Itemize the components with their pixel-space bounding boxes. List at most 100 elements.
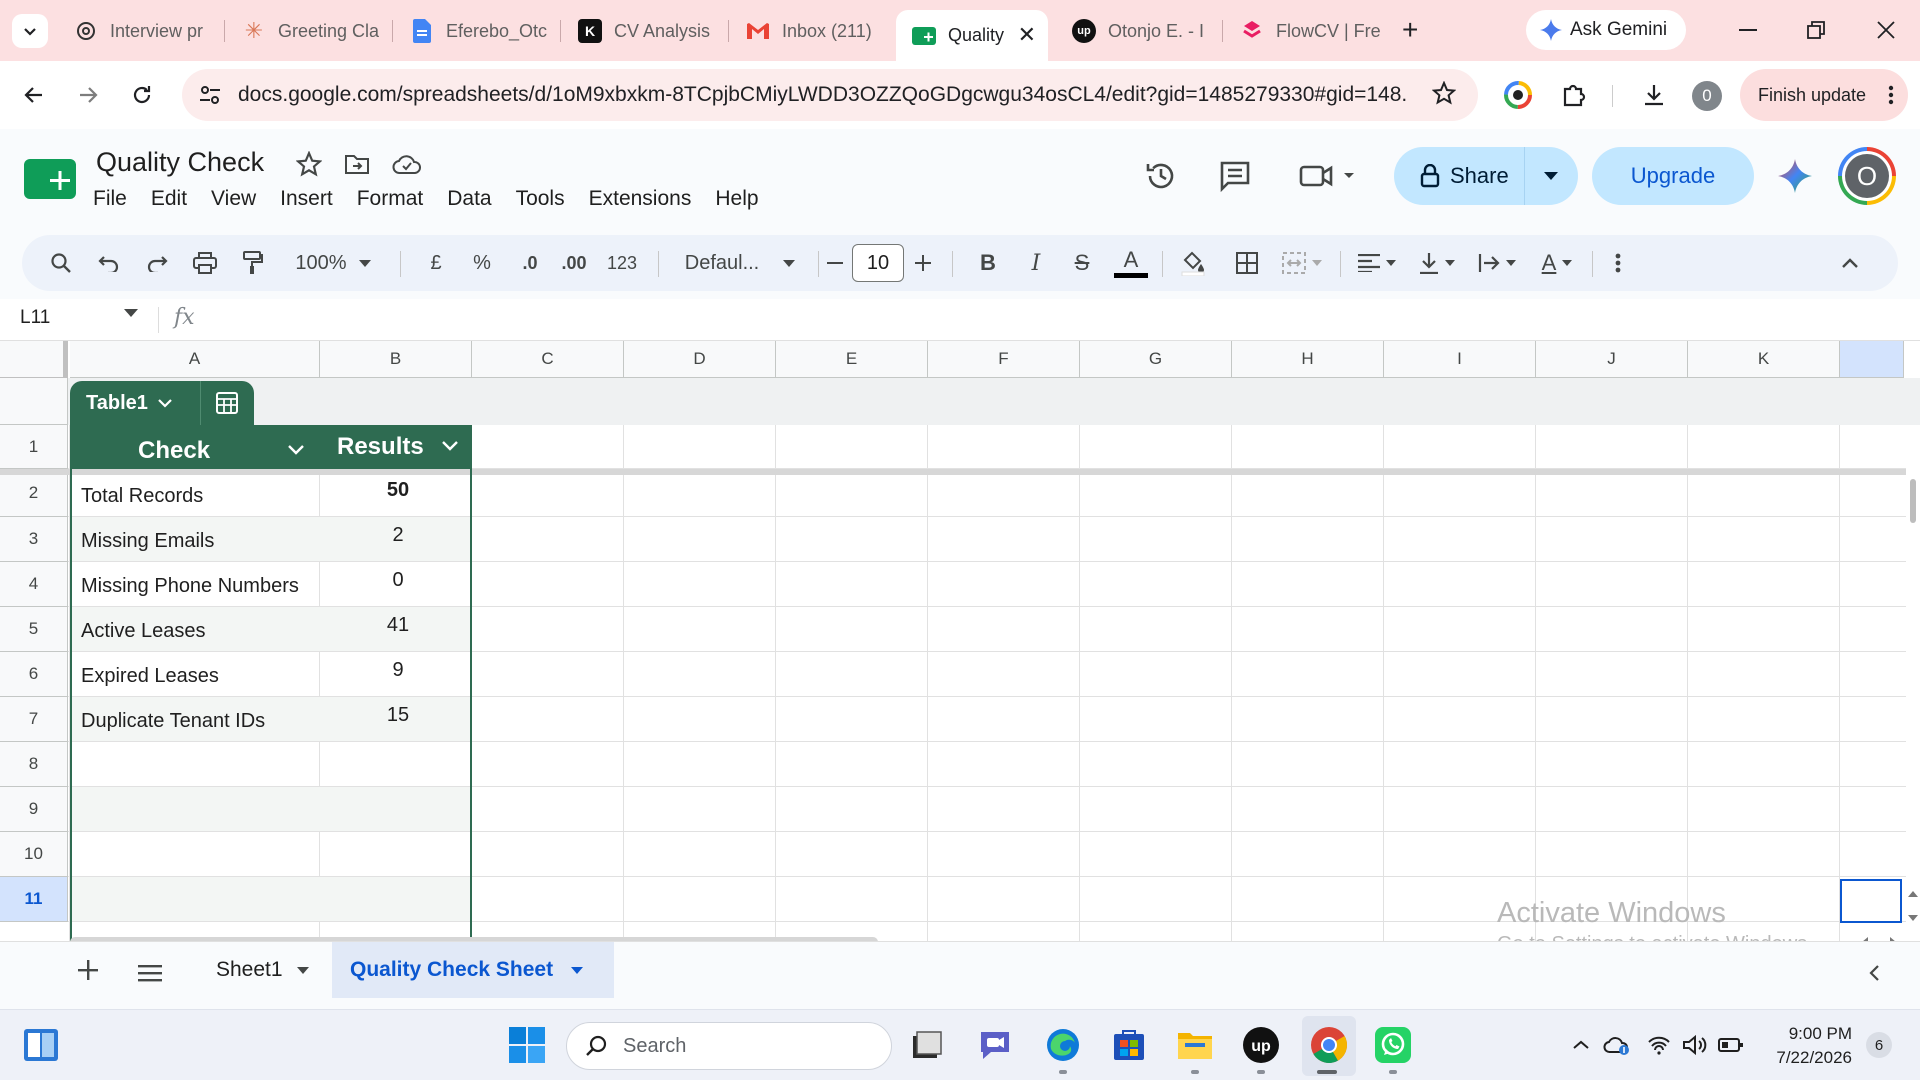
table-cell-check[interactable]: Active Leases — [81, 620, 206, 643]
browser-tab-flowcv[interactable]: FlowCV | Fre — [1224, 12, 1384, 50]
column-header-j[interactable]: J — [1536, 341, 1688, 378]
minimize-window-icon[interactable] — [1728, 14, 1768, 46]
column-header-f[interactable]: F — [928, 341, 1080, 378]
whatsapp-icon[interactable] — [1372, 1024, 1414, 1066]
font-size-input[interactable]: 10 — [852, 244, 904, 282]
font-family-select[interactable]: Defaul... — [670, 235, 810, 291]
microsoft-store-icon[interactable] — [1108, 1024, 1150, 1066]
teams-chat-icon[interactable] — [974, 1024, 1016, 1066]
scroll-down-arrow-icon[interactable] — [1908, 915, 1918, 921]
row-header-2[interactable]: 2 — [0, 469, 68, 517]
column-header-b[interactable]: B — [320, 341, 472, 378]
forward-arrow-icon[interactable] — [70, 77, 106, 113]
meet-video-icon[interactable] — [1298, 161, 1358, 191]
column-header-g[interactable]: G — [1080, 341, 1232, 378]
formula-input[interactable] — [214, 299, 1894, 341]
table-name-chip[interactable]: Table1 — [70, 381, 254, 425]
increase-decimal-button[interactable]: .00 — [552, 235, 596, 291]
menu-data[interactable]: Data — [447, 185, 501, 213]
document-title[interactable]: Quality Check — [96, 147, 264, 178]
column-header-l[interactable] — [1840, 341, 1904, 378]
vertical-scrollbar[interactable] — [1906, 479, 1920, 523]
format-currency-button[interactable]: £ — [420, 235, 452, 291]
tab-search-dropdown-icon[interactable] — [12, 14, 48, 48]
browser-tab-interview[interactable]: Interview pr — [58, 12, 218, 50]
check-column-menu-icon[interactable] — [288, 445, 304, 455]
fill-color-icon[interactable] — [1174, 235, 1212, 291]
browser-tab-cv-analysis[interactable]: K CV Analysis — [562, 12, 722, 50]
download-icon[interactable] — [1640, 81, 1668, 109]
search-menus-icon[interactable] — [42, 235, 80, 291]
table-name-dropdown[interactable]: Table1 — [70, 392, 200, 415]
name-box[interactable]: L11 — [20, 307, 50, 329]
text-color-button[interactable]: A — [1110, 235, 1152, 291]
text-rotation-button[interactable]: A — [1532, 235, 1582, 291]
cloud-saved-icon[interactable] — [392, 153, 422, 175]
browser-tab-quality[interactable]: Quality ✕ — [896, 10, 1048, 61]
table-view-icon[interactable] — [201, 391, 253, 415]
row-header-6[interactable]: 6 — [0, 652, 68, 697]
share-dropdown-icon[interactable] — [1525, 172, 1577, 180]
row-header-1[interactable]: 1 — [0, 425, 68, 469]
taskbar-search-box[interactable]: Search — [566, 1022, 892, 1070]
menu-help[interactable]: Help — [715, 185, 768, 213]
print-icon[interactable] — [186, 235, 224, 291]
strikethrough-button[interactable]: S — [1066, 235, 1098, 291]
chrome-icon[interactable] — [1308, 1024, 1350, 1066]
table-cell-check[interactable]: Expired Leases — [81, 665, 219, 688]
browser-tab-otonjo[interactable]: up Otonjo E. - I — [1056, 12, 1216, 50]
column-header-results[interactable]: Results — [337, 433, 424, 461]
table-cell-check[interactable]: Duplicate Tenant IDs — [81, 710, 265, 733]
select-all-corner[interactable] — [0, 341, 68, 378]
bookmark-star-icon[interactable] — [1432, 81, 1456, 105]
gemini-icon[interactable] — [1778, 159, 1812, 193]
table-cell-result[interactable]: 15 — [370, 704, 426, 727]
decrease-decimal-button[interactable]: .0 — [508, 235, 552, 291]
close-tab-icon[interactable]: ✕ — [1018, 22, 1036, 48]
extensions-puzzle-icon[interactable] — [1560, 81, 1588, 109]
bold-button[interactable]: B — [972, 235, 1004, 291]
upgrade-button[interactable]: Upgrade — [1592, 147, 1754, 205]
table-cell-check[interactable]: Total Records — [81, 485, 203, 508]
paint-format-icon[interactable] — [234, 235, 272, 291]
more-vert-icon[interactable] — [1602, 235, 1634, 291]
collapse-menus-icon[interactable] — [1832, 235, 1868, 291]
profile-avatar[interactable]: 0 — [1692, 81, 1722, 111]
format-percent-button[interactable]: % — [466, 235, 498, 291]
move-folder-icon[interactable] — [344, 153, 370, 175]
row-header-11[interactable]: 11 — [0, 877, 68, 922]
column-header-k[interactable]: K — [1688, 341, 1840, 378]
star-icon[interactable] — [296, 151, 322, 177]
restore-window-icon[interactable] — [1796, 14, 1836, 46]
increase-font-size-icon[interactable] — [910, 235, 936, 291]
system-clock[interactable]: 9:00 PM 7/22/2026 — [1762, 1022, 1852, 1070]
comments-icon[interactable] — [1218, 159, 1252, 193]
all-sheets-menu-icon[interactable] — [138, 964, 162, 982]
column-header-e[interactable]: E — [776, 341, 928, 378]
column-header-c[interactable]: C — [472, 341, 624, 378]
site-settings-icon[interactable] — [198, 83, 222, 107]
share-main[interactable]: Share — [1394, 163, 1524, 189]
menu-tools[interactable]: Tools — [516, 185, 575, 213]
column-header-i[interactable]: I — [1384, 341, 1536, 378]
zoom-select[interactable]: 100% — [288, 235, 378, 291]
menu-view[interactable]: View — [211, 185, 266, 213]
table-cell-check[interactable]: Missing Phone Numbers — [81, 575, 299, 598]
browser-tab-greeting[interactable]: ✳ Greeting Cla — [226, 12, 386, 50]
active-cell-l11[interactable] — [1840, 879, 1902, 923]
ask-gemini-button[interactable]: Ask Gemini — [1526, 10, 1686, 50]
url-omnibox[interactable]: docs.google.com/spreadsheets/d/1oM9xbxkm… — [182, 69, 1478, 121]
table-cell-result[interactable]: 2 — [370, 524, 426, 547]
row-header-5[interactable]: 5 — [0, 607, 68, 652]
column-header-a[interactable]: A — [70, 341, 320, 378]
column-header-check[interactable]: Check — [138, 437, 210, 465]
scroll-up-arrow-icon[interactable] — [1908, 891, 1918, 897]
menu-format[interactable]: Format — [357, 185, 434, 213]
share-button[interactable]: Share — [1394, 147, 1578, 205]
decrease-font-size-icon[interactable] — [822, 235, 848, 291]
merge-cells-icon[interactable] — [1274, 235, 1330, 291]
close-window-icon[interactable] — [1866, 14, 1906, 46]
browser-tab-inbox[interactable]: Inbox (211) — [730, 12, 890, 50]
table-cell-result[interactable]: 50 — [370, 479, 426, 502]
redo-icon[interactable] — [138, 235, 176, 291]
